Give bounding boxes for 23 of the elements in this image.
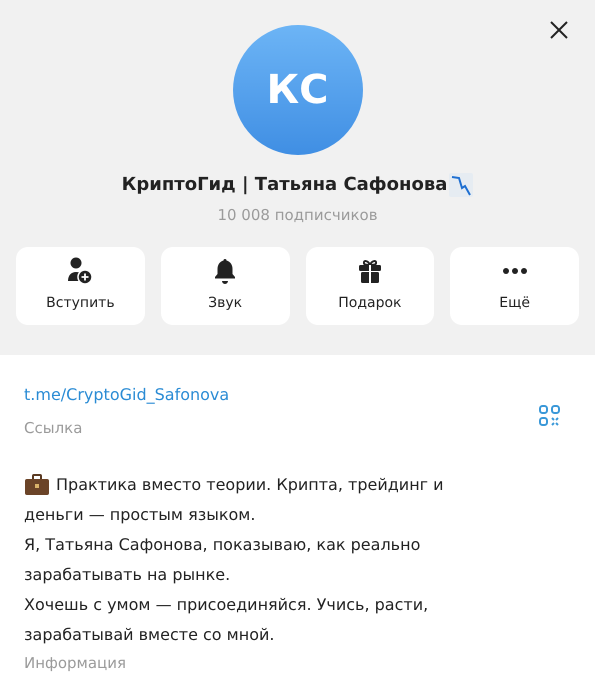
add-user-icon (67, 257, 94, 285)
channel-name: КриптоГид | Татьяна Сафонова (122, 173, 448, 197)
description-line: Практика вместо теории. Крипта, трейдинг и (56, 474, 444, 496)
description-line: Я, Татьяна Сафонова, показываю, как реально (24, 534, 420, 556)
more-icon (502, 268, 527, 274)
info-label: Информация (24, 652, 128, 674)
description-line: Хочешь с умом — присоединяйся. Учись, расти, (24, 594, 428, 616)
bell-icon (214, 257, 236, 285)
qr-code-button[interactable] (537, 403, 563, 429)
action-button[interactable]: Подарок (306, 246, 434, 324)
briefcase-icon (24, 474, 50, 496)
gift-icon (358, 257, 382, 285)
chart-down-icon (449, 172, 474, 196)
avatar: КС (232, 25, 362, 155)
action-button[interactable]: Вступить (16, 246, 145, 324)
action-button[interactable]: Ещё (450, 246, 579, 324)
channel-link[interactable]: t.me/CryptoGid_Safonova (24, 383, 537, 407)
subscriber-count: 10 008 подписчиков (217, 205, 378, 226)
description-line: зарабатывай вместе со мной. (24, 624, 274, 646)
description-line: зарабатывать на рынке. (24, 564, 230, 586)
link-label: Ссылка (24, 418, 84, 439)
action-button[interactable]: Звук (160, 246, 290, 324)
description-line: деньги — простым языком. (24, 504, 256, 526)
